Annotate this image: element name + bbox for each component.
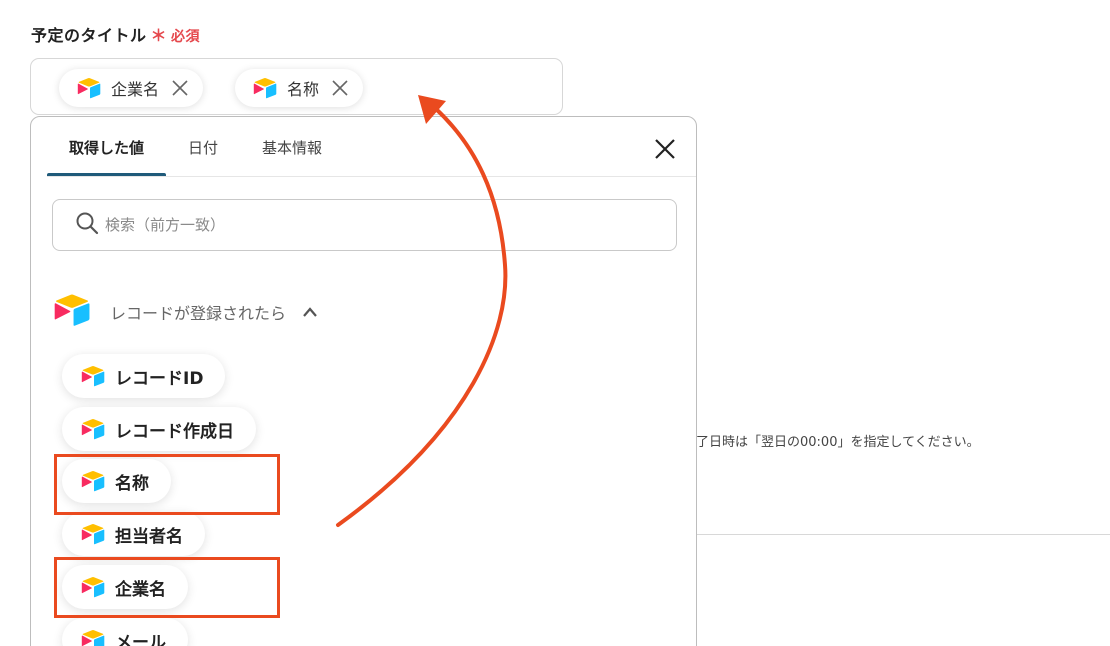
search-input[interactable] bbox=[105, 216, 665, 234]
tab-date[interactable]: 日付 bbox=[166, 117, 240, 177]
value-item-label: メール bbox=[115, 632, 166, 646]
highlight-box-name bbox=[54, 454, 280, 515]
value-item-record-id[interactable]: レコードID bbox=[62, 354, 226, 398]
required-text: 必須 bbox=[171, 29, 201, 45]
airtable-icon bbox=[81, 523, 105, 545]
token-label: 企業名 bbox=[111, 80, 160, 99]
close-icon[interactable] bbox=[171, 79, 189, 97]
value-item-person-in-charge[interactable]: 担当者名 bbox=[62, 512, 205, 556]
tab-divider bbox=[47, 176, 696, 177]
tab-acquired-values[interactable]: 取得した値 bbox=[47, 117, 167, 177]
group-header[interactable]: レコードが登録されたら bbox=[53, 293, 318, 331]
value-item-record-created[interactable]: レコード作成日 bbox=[62, 407, 256, 451]
chevron-up-icon[interactable] bbox=[302, 306, 318, 318]
close-icon[interactable] bbox=[654, 138, 676, 160]
group-label: レコードが登録されたら bbox=[110, 304, 287, 323]
airtable-icon bbox=[53, 293, 91, 331]
divider bbox=[696, 534, 1110, 535]
title-token-input[interactable]: 企業名 名称 bbox=[30, 58, 563, 115]
airtable-icon bbox=[81, 629, 105, 646]
token-label: 名称 bbox=[287, 80, 320, 99]
airtable-icon bbox=[77, 77, 101, 99]
picker-tabs: 取得した値 日付 基本情報 bbox=[47, 117, 344, 177]
field-label-text: 予定のタイトル bbox=[31, 26, 147, 45]
search-icon bbox=[75, 211, 99, 239]
token-name[interactable]: 名称 bbox=[235, 69, 364, 107]
value-item-label: レコード作成日 bbox=[115, 421, 234, 442]
hint-text: 了日時は「翌日の00:00」を指定してください。 bbox=[696, 435, 980, 450]
airtable-icon bbox=[81, 418, 105, 440]
airtable-icon bbox=[253, 77, 277, 99]
value-item-label: レコードID bbox=[115, 368, 204, 389]
close-icon[interactable] bbox=[331, 79, 349, 97]
highlight-box-company bbox=[54, 557, 280, 618]
value-item-label: 担当者名 bbox=[115, 526, 183, 547]
field-label: 予定のタイトル＊必須 bbox=[31, 22, 200, 46]
search-field[interactable] bbox=[52, 199, 677, 251]
airtable-icon bbox=[81, 365, 105, 387]
tab-basic-info[interactable]: 基本情報 bbox=[240, 117, 344, 177]
value-item-email[interactable]: メール bbox=[62, 618, 188, 646]
token-company-name[interactable]: 企業名 bbox=[59, 69, 204, 107]
required-mark: ＊ bbox=[150, 26, 168, 45]
